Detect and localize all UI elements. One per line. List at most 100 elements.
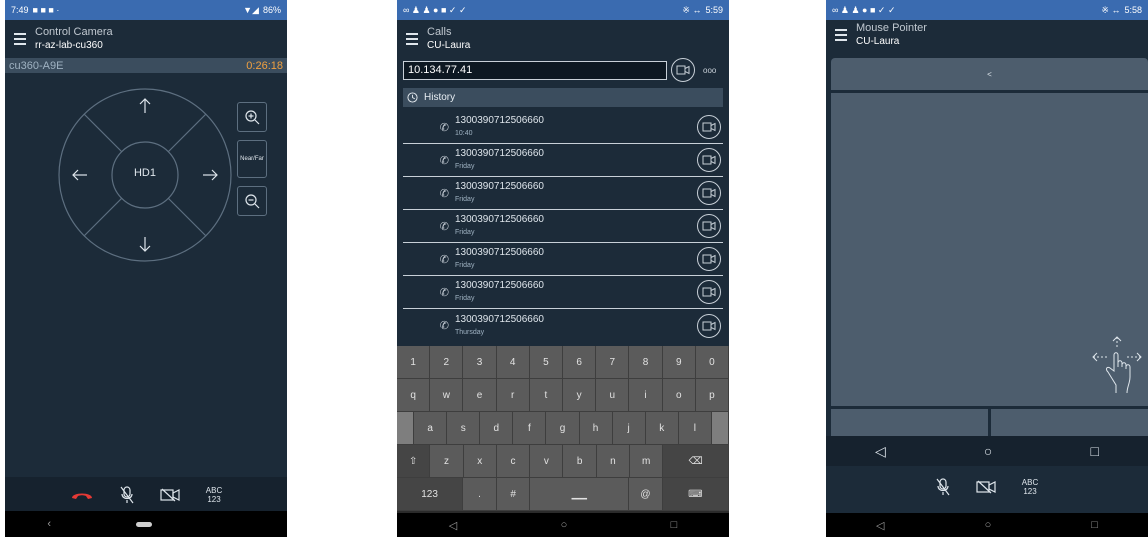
mic-off-icon[interactable] bbox=[120, 486, 134, 504]
key-w[interactable]: w bbox=[430, 379, 464, 412]
key-u[interactable]: u bbox=[596, 379, 630, 412]
nav-bar: ‹ bbox=[5, 511, 287, 537]
key-8[interactable]: 8 bbox=[629, 346, 663, 379]
scroll-strip[interactable]: < bbox=[831, 58, 1148, 90]
key-period[interactable]: . bbox=[463, 478, 497, 511]
call-history-item[interactable]: ✆ 1300390712506660 Friday bbox=[403, 210, 723, 243]
key-g[interactable]: g bbox=[546, 412, 580, 445]
video-call-button[interactable] bbox=[697, 313, 721, 338]
key-c[interactable]: c bbox=[496, 445, 531, 478]
num-label: 123 bbox=[1023, 487, 1037, 496]
key-n[interactable]: n bbox=[596, 445, 631, 478]
key-r[interactable]: r bbox=[496, 379, 530, 412]
video-call-button[interactable] bbox=[697, 148, 721, 172]
key-x[interactable]: x bbox=[463, 445, 497, 478]
backspace-key[interactable]: ⌫ bbox=[663, 445, 729, 478]
arrow-up-icon[interactable] bbox=[139, 98, 151, 113]
keyboard-toggle[interactable]: ABC 123 bbox=[206, 486, 222, 504]
key-at[interactable]: @ bbox=[629, 478, 663, 511]
video-call-button[interactable] bbox=[697, 115, 721, 139]
key-1[interactable]: 1 bbox=[397, 346, 431, 379]
key-hash[interactable]: # bbox=[496, 478, 531, 511]
nav-back-icon[interactable]: ◁ bbox=[875, 443, 886, 460]
key-e[interactable]: e bbox=[463, 379, 497, 412]
key-2[interactable]: 2 bbox=[430, 346, 464, 379]
key-9[interactable]: 9 bbox=[662, 346, 696, 379]
key-f[interactable]: f bbox=[513, 412, 547, 445]
video-call-button[interactable] bbox=[671, 58, 695, 82]
keyboard-toggle[interactable]: ABC 123 bbox=[1022, 478, 1038, 496]
call-history-item[interactable]: ✆ 1300390712506660 Thursday bbox=[403, 309, 723, 342]
key-o[interactable]: o bbox=[662, 379, 696, 412]
key-m[interactable]: m bbox=[630, 445, 664, 478]
key-i[interactable]: i bbox=[629, 379, 663, 412]
address-input[interactable] bbox=[403, 60, 667, 80]
call-history-item[interactable]: ✆ 1300390712506660 10:40 bbox=[403, 111, 723, 144]
key-j[interactable]: j bbox=[612, 412, 646, 445]
video-call-button[interactable] bbox=[697, 247, 721, 271]
nav-recents-icon[interactable]: □ bbox=[1091, 519, 1098, 531]
call-history-item[interactable]: ✆ 1300390712506660 Friday bbox=[403, 177, 723, 210]
hangup-icon[interactable] bbox=[70, 489, 94, 501]
nav-back-icon[interactable]: ◁ bbox=[876, 519, 884, 532]
call-history-item[interactable]: ✆ 1300390712506660 Friday bbox=[403, 243, 723, 276]
keyboard-hide-key[interactable]: ⌨ bbox=[662, 478, 729, 511]
nav-home-icon[interactable] bbox=[135, 521, 152, 527]
video-off-icon[interactable] bbox=[160, 488, 180, 502]
symbols-key[interactable]: 123 bbox=[397, 478, 464, 511]
key-3[interactable]: 3 bbox=[463, 346, 497, 379]
page-subtitle: CU-Laura bbox=[427, 40, 471, 51]
more-options-icon[interactable]: ooo bbox=[703, 66, 716, 75]
nav-home-icon[interactable]: ○ bbox=[984, 443, 992, 459]
key-b[interactable]: b bbox=[563, 445, 597, 478]
key-l[interactable]: l bbox=[678, 412, 712, 445]
call-time: Friday bbox=[455, 295, 475, 302]
arrow-right-icon[interactable] bbox=[203, 169, 218, 181]
nav-back-icon[interactable]: ‹ bbox=[47, 518, 51, 530]
arrow-down-icon[interactable] bbox=[139, 237, 151, 252]
menu-icon[interactable] bbox=[826, 20, 856, 50]
key-4[interactable]: 4 bbox=[496, 346, 530, 379]
near-far-button[interactable]: Near/Far bbox=[237, 140, 267, 178]
shift-key[interactable]: ⇧ bbox=[397, 445, 431, 478]
call-number: 1300390712506660 bbox=[455, 181, 544, 192]
key-h[interactable]: h bbox=[579, 412, 613, 445]
video-icon bbox=[702, 122, 716, 132]
zoom-in-button[interactable] bbox=[237, 102, 267, 132]
camera-preset-button[interactable]: HD1 bbox=[127, 167, 163, 183]
key-t[interactable]: t bbox=[529, 379, 564, 412]
key-5[interactable]: 5 bbox=[529, 346, 564, 379]
status-time: 5:58 bbox=[1124, 5, 1142, 15]
nav-recents-icon[interactable]: □ bbox=[671, 519, 678, 531]
video-call-button[interactable] bbox=[697, 280, 721, 304]
key-7[interactable]: 7 bbox=[596, 346, 630, 379]
key-k[interactable]: k bbox=[645, 412, 679, 445]
key-a[interactable]: a bbox=[414, 412, 448, 445]
nav-home-icon[interactable]: ○ bbox=[561, 519, 568, 531]
key-0[interactable]: 0 bbox=[695, 346, 729, 379]
nav-recents-icon[interactable]: □ bbox=[1090, 443, 1098, 459]
space-key[interactable]: ▁▁ bbox=[530, 478, 630, 511]
video-off-icon[interactable] bbox=[976, 480, 996, 494]
call-history-item[interactable]: ✆ 1300390712506660 Friday bbox=[403, 144, 723, 177]
key-6[interactable]: 6 bbox=[563, 346, 597, 379]
arrow-left-icon[interactable] bbox=[72, 169, 87, 181]
key-q[interactable]: q bbox=[397, 379, 431, 412]
key-p[interactable]: p bbox=[695, 379, 729, 412]
touchpad[interactable] bbox=[831, 93, 1148, 406]
mic-off-icon[interactable] bbox=[936, 478, 950, 496]
key-s[interactable]: s bbox=[447, 412, 481, 445]
space-icon: ▁▁ bbox=[571, 488, 587, 500]
key-d[interactable]: d bbox=[480, 412, 514, 445]
key-z[interactable]: z bbox=[430, 445, 464, 478]
video-call-button[interactable] bbox=[697, 181, 721, 205]
key-v[interactable]: v bbox=[530, 445, 564, 478]
zoom-out-button[interactable] bbox=[237, 186, 267, 216]
nav-home-icon[interactable]: ○ bbox=[985, 519, 992, 531]
key-y[interactable]: y bbox=[563, 379, 597, 412]
call-history-item[interactable]: ✆ 1300390712506660 Friday bbox=[403, 276, 723, 309]
nav-back-icon[interactable]: ◁ bbox=[449, 519, 457, 532]
video-call-button[interactable] bbox=[697, 214, 721, 238]
menu-icon[interactable] bbox=[397, 20, 427, 58]
menu-icon[interactable] bbox=[5, 20, 35, 58]
